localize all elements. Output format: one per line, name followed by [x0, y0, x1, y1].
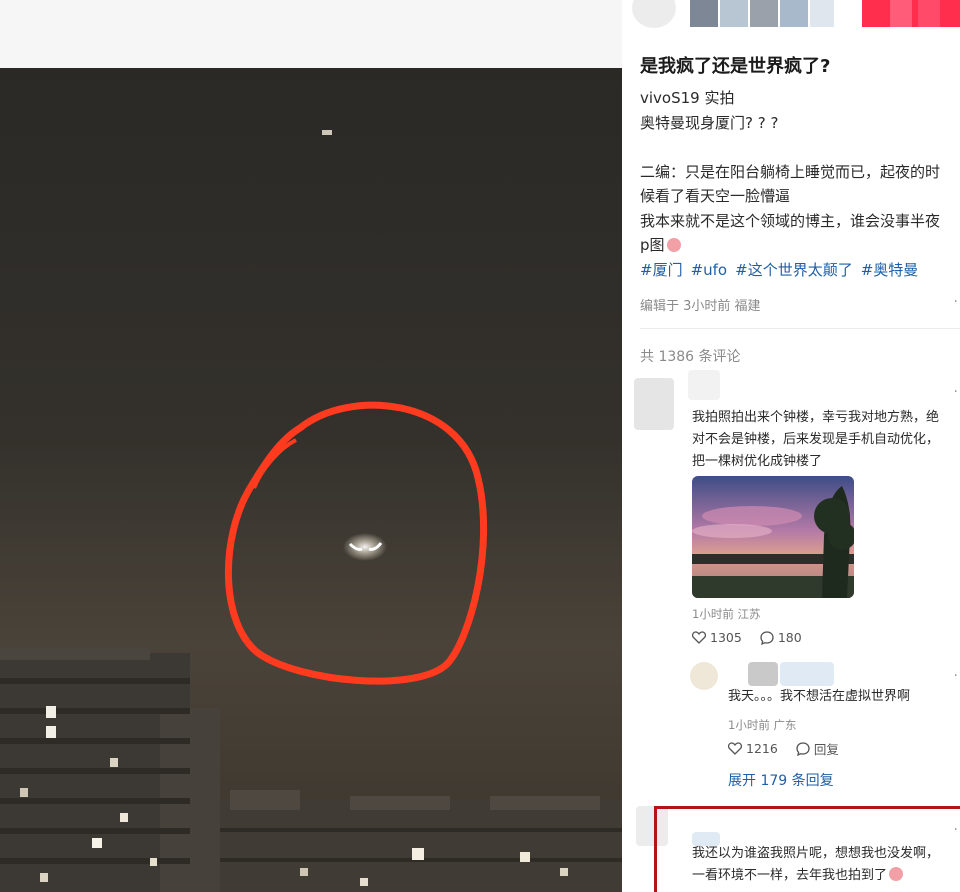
- author-name-blurred-5: [810, 0, 834, 27]
- hashtag-link[interactable]: #奥特曼: [861, 261, 919, 279]
- heart-icon[interactable]: [692, 631, 706, 644]
- comment-text: 我天。。。我不想活在虚拟世界啊: [728, 689, 911, 704]
- post-title: 是我疯了还是世界疯了?: [640, 56, 831, 77]
- like-count: 1305: [710, 630, 742, 645]
- comment-text: 把一棵树优化成钟楼了: [692, 454, 823, 469]
- author-name-blurred-3: [750, 0, 778, 27]
- author-name-blurred: [690, 0, 718, 27]
- post-body-line: vivoS19 实拍: [640, 89, 735, 107]
- comment-meta: 1小时前 广东: [728, 718, 797, 732]
- hashtag-link[interactable]: #这个世界太颠了: [735, 261, 853, 279]
- post-body-line: 我本来就不是这个领域的博主，谁会没事半夜: [640, 212, 941, 230]
- author-name-blurred-4: [780, 0, 808, 27]
- commenter-avatar[interactable]: [634, 378, 674, 430]
- ufo-light: [343, 533, 387, 561]
- more-dots-icon[interactable]: ·: [954, 384, 958, 400]
- post-body-text: p图: [640, 236, 665, 254]
- comment-text-last: 一看环境不一样，去年我也拍到了: [692, 865, 904, 887]
- divider: [640, 328, 960, 329]
- commenter-avatar[interactable]: [690, 662, 718, 690]
- expand-replies-link[interactable]: 展开 179 条回复: [728, 770, 834, 790]
- commenter-name-blurred: [748, 662, 778, 686]
- post-meta: 编辑于 3小时前 福建: [640, 299, 761, 314]
- comment-photo-thumbnail[interactable]: [692, 476, 854, 598]
- reply-count: 180: [777, 630, 802, 645]
- chat-bubble-icon[interactable]: [796, 741, 810, 756]
- commenter-name-blurred: [688, 370, 720, 400]
- comment-actions: 1216 回复: [728, 739, 839, 758]
- author-avatar[interactable]: [632, 0, 676, 28]
- comment-text: 对不会是钟楼，后来发现是手机自动优化，: [692, 432, 940, 447]
- commenter-name-blurred: [780, 662, 834, 686]
- comment-text: 我还以为谁盗我照片呢，想想我也没发啊，: [692, 846, 940, 861]
- hashtag-list: #厦门 #ufo #这个世界太颠了 #奥特曼: [640, 259, 926, 280]
- post-body-line-last: p图: [640, 235, 681, 255]
- comment-text: 一看环境不一样，去年我也拍到了: [692, 868, 888, 883]
- heart-icon[interactable]: [728, 742, 742, 755]
- like-count: 1216: [746, 741, 778, 756]
- building-left: [0, 648, 220, 892]
- comment-meta: 1小时前 江苏: [692, 607, 761, 621]
- emoji-icon: [666, 238, 681, 252]
- more-dots-icon[interactable]: ·: [954, 668, 958, 684]
- post-panel: 是我疯了还是世界疯了? vivoS19 实拍 奥特曼现身厦门? ? ? 二编：只…: [622, 0, 960, 892]
- building-right: [220, 790, 622, 892]
- left-top-bar: [0, 0, 622, 68]
- hashtag-link[interactable]: #厦门: [640, 261, 683, 279]
- comment-text: 我拍照拍出来个钟楼，幸亏我对地方熟，绝: [692, 410, 940, 425]
- follow-button[interactable]: [862, 0, 960, 27]
- post-body-line: 候看了看天空一脸懵逼: [640, 187, 791, 205]
- more-dots-icon[interactable]: ·: [954, 822, 958, 838]
- comment-actions: 1305 180: [692, 630, 802, 645]
- post-body-line: 二编：只是在阳台躺椅上睡觉而已，起夜的时: [640, 163, 941, 181]
- emoji-icon: [889, 867, 904, 881]
- chat-bubble-icon[interactable]: [760, 630, 774, 645]
- reply-button[interactable]: 回复: [814, 739, 839, 758]
- comment-count: 共 1386 条评论: [640, 349, 741, 365]
- hashtag-link[interactable]: #ufo: [691, 261, 728, 279]
- author-name-blurred-2: [720, 0, 748, 27]
- night-sky-photo[interactable]: [0, 68, 622, 892]
- more-dots-icon[interactable]: ·: [954, 294, 958, 310]
- post-body-line: 奥特曼现身厦门? ? ?: [640, 114, 779, 132]
